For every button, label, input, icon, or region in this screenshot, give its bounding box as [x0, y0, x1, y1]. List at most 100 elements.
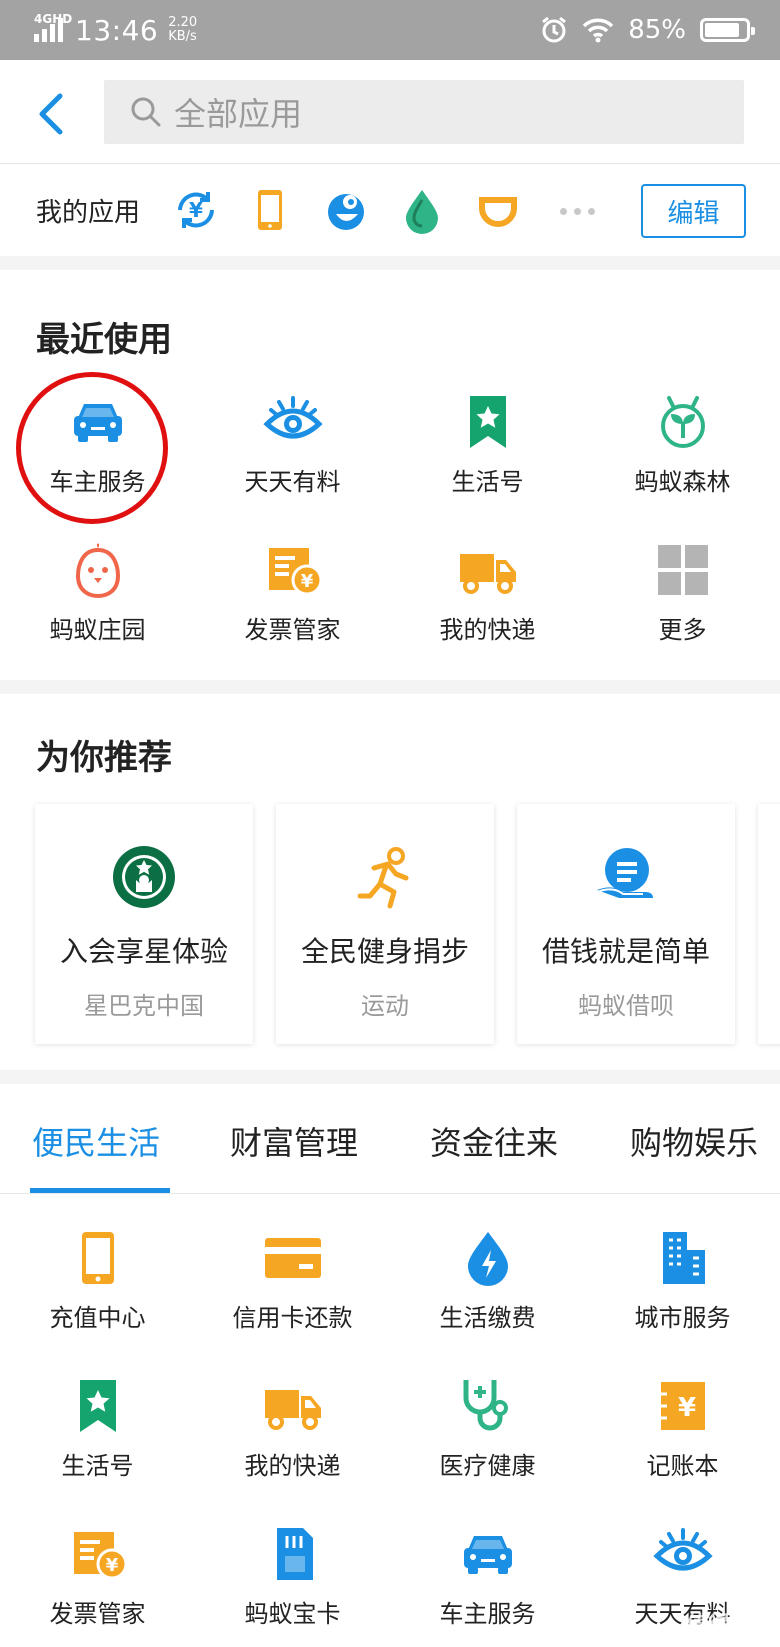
- network-speed: 2.20 KB/s: [168, 15, 198, 44]
- card-title: 入会享星体验: [59, 935, 228, 968]
- service-item-invoice[interactable]: ¥ 发票管家: [0, 1524, 195, 1629]
- network-type: 4GHD: [34, 12, 73, 26]
- service-item-express[interactable]: 我的快递: [195, 1376, 390, 1481]
- buildings-icon: [662, 1232, 705, 1284]
- svg-text:¥: ¥: [105, 1555, 118, 1576]
- svg-text:¥: ¥: [677, 1393, 695, 1423]
- service-item-ledger[interactable]: ¥ 记账本: [585, 1376, 780, 1481]
- hand-coin-icon: [596, 848, 653, 898]
- invoice-icon: ¥: [73, 1532, 127, 1580]
- edit-button[interactable]: 编辑: [641, 184, 746, 238]
- eye-icon: [262, 396, 323, 439]
- recent-item-life-account[interactable]: 生活号: [390, 392, 585, 497]
- signal-icon: 4GHD: [34, 12, 72, 42]
- recent-item-ant-forest[interactable]: 蚂蚁森林: [585, 392, 780, 497]
- services-section: 充值中心 信用卡还款 生活缴费 城市服务 生活号 我的快递 医疗健康 ¥ 记账本…: [0, 1194, 780, 1647]
- service-item-sim-card[interactable]: 蚂蚁宝卡: [195, 1524, 390, 1629]
- recent-item-label: 天天有料: [244, 468, 341, 496]
- more-dots-icon[interactable]: [560, 208, 595, 215]
- ledger-icon: ¥: [660, 1382, 705, 1430]
- recent-title: 最近使用: [36, 320, 172, 360]
- tab-shopping[interactable]: 购物娱乐: [630, 1118, 758, 1164]
- card-title: 借钱就是简单: [541, 935, 710, 968]
- tab-wealth[interactable]: 财富管理: [230, 1118, 358, 1164]
- recent-item-label: 蚂蚁森林: [634, 468, 731, 496]
- service-item-label: 记账本: [646, 1452, 719, 1480]
- recent-item-label: 我的快递: [439, 616, 536, 644]
- recent-item-daily-news[interactable]: 天天有料: [195, 392, 390, 497]
- recommend-card-steps[interactable]: 全民健身捐步 运动: [276, 804, 494, 1044]
- search-placeholder: 全部应用: [174, 95, 303, 133]
- service-item-city[interactable]: 城市服务: [585, 1228, 780, 1333]
- service-item-life-account[interactable]: 生活号: [0, 1376, 195, 1481]
- status-bar: 4GHD 13:46 2.20 KB/s 85%: [0, 0, 780, 60]
- recent-item-more[interactable]: 更多: [585, 540, 780, 645]
- recent-item-label: 蚂蚁庄园: [49, 616, 146, 644]
- category-tabs: 便民生活 财富管理 资金往来 购物娱乐: [0, 1084, 780, 1194]
- service-item-credit-card[interactable]: 信用卡还款: [195, 1228, 390, 1333]
- service-item-recharge[interactable]: 充值中心: [0, 1228, 195, 1333]
- truck-icon: [459, 554, 516, 594]
- card-title: 全民健身捐步: [300, 935, 469, 968]
- bookmark-star-icon: [79, 1380, 116, 1432]
- service-item-utilities[interactable]: 生活缴费: [390, 1228, 585, 1333]
- battery-percent: 85%: [628, 15, 686, 45]
- recommend-card-starbucks[interactable]: 入会享星体验 星巴克中国: [35, 804, 253, 1044]
- service-item-label: 生活号: [61, 1452, 134, 1480]
- service-item-label: 我的快递: [244, 1452, 341, 1480]
- wifi-icon: [582, 18, 614, 43]
- phone-recharge-icon[interactable]: [246, 186, 294, 234]
- chick-icon: [75, 543, 120, 599]
- search-header: 全部应用: [0, 60, 780, 164]
- stethoscope-icon: [463, 1380, 508, 1431]
- bolt-drop-icon: [467, 1232, 508, 1286]
- truck-icon: [264, 1390, 321, 1430]
- card-subtitle: 星巴克中国: [84, 992, 204, 1020]
- yuan-exchange-icon[interactable]: ¥: [172, 186, 220, 234]
- svg-text:¥: ¥: [189, 198, 203, 222]
- car-icon: [463, 1536, 512, 1574]
- service-item-health[interactable]: 医疗健康: [390, 1376, 585, 1481]
- card-subtitle: 运动: [361, 992, 409, 1020]
- invoice-icon: ¥: [268, 548, 322, 596]
- eye-icon: [652, 1528, 713, 1571]
- sprout-icon: [660, 396, 705, 448]
- status-time: 13:46: [75, 13, 159, 47]
- recommend-title: 为你推荐: [36, 738, 172, 778]
- tab-convenience[interactable]: 便民生活: [32, 1118, 160, 1164]
- water-drop-icon[interactable]: [398, 186, 446, 234]
- service-item-label: 蚂蚁宝卡: [244, 1600, 341, 1628]
- tab-funds[interactable]: 资金往来: [430, 1118, 558, 1164]
- service-item-label: 发票管家: [49, 1600, 146, 1628]
- search-icon: [131, 97, 161, 127]
- recent-item-express[interactable]: 我的快递: [390, 540, 585, 645]
- service-item-label: 医疗健康: [439, 1452, 536, 1480]
- recommend-card-loan[interactable]: 借钱就是简单 蚂蚁借呗: [517, 804, 735, 1044]
- highlight-circle-annotation: [16, 372, 168, 524]
- alarm-icon: [542, 16, 567, 43]
- sim-card-icon: [276, 1528, 313, 1580]
- recent-item-label: 生活号: [451, 468, 524, 496]
- svg-text:¥: ¥: [300, 571, 313, 592]
- service-item-label: 车主服务: [439, 1600, 536, 1628]
- my-apps-bar: 我的应用 ¥ 编辑: [0, 164, 780, 256]
- service-item-label: 信用卡还款: [232, 1304, 353, 1332]
- phone-recharge-icon: [81, 1232, 114, 1284]
- service-item-label: 城市服务: [634, 1304, 731, 1332]
- card-subtitle: 蚂蚁借呗: [578, 992, 674, 1020]
- service-item-label: 充值中心: [49, 1304, 146, 1332]
- search-input[interactable]: 全部应用: [104, 80, 744, 144]
- recommend-card-partial[interactable]: [758, 804, 780, 1044]
- credit-card-icon: [264, 1238, 321, 1278]
- service-item-car-service[interactable]: 车主服务: [390, 1524, 585, 1629]
- recent-item-invoice[interactable]: ¥ 发票管家: [195, 540, 390, 645]
- active-tab-indicator: [30, 1188, 170, 1193]
- recent-item-label: 发票管家: [244, 616, 341, 644]
- battery-icon: [700, 18, 755, 42]
- blue-bird-icon[interactable]: [322, 186, 370, 234]
- recent-item-ant-farm[interactable]: 蚂蚁庄园: [0, 540, 195, 645]
- back-arrow-icon[interactable]: [32, 90, 72, 138]
- didi-icon[interactable]: [474, 186, 522, 234]
- bookmark-star-icon: [469, 396, 506, 448]
- grid-more-icon: [657, 545, 708, 595]
